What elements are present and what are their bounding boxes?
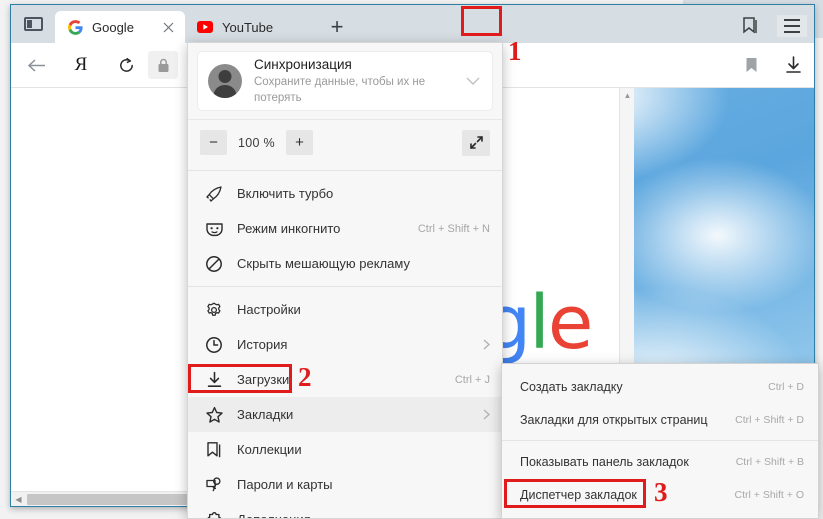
downloads-button[interactable]: [772, 45, 814, 85]
sync-subtitle: Сохраните данные, чтобы их не потерять: [254, 76, 426, 104]
menu-item-accel: Ctrl + J: [454, 373, 490, 386]
download-icon: [785, 56, 802, 74]
menu-item-settings[interactable]: Настройки: [188, 292, 502, 327]
new-tab-button[interactable]: +: [315, 11, 359, 43]
menu-item-label: Закладки: [237, 407, 294, 422]
incognito-mask-icon: [202, 218, 226, 240]
menu-item-bookmarks[interactable]: Закладки: [188, 397, 502, 432]
side-panel-toggle[interactable]: [11, 5, 55, 43]
avatar: [208, 64, 242, 98]
menu-item-label: История: [237, 337, 288, 352]
yandex-home-button[interactable]: Я: [61, 45, 101, 85]
submenu-item-accel: Ctrl + Shift + D: [735, 413, 804, 426]
tab-title: Google: [92, 19, 134, 35]
site-security-button[interactable]: [148, 51, 178, 79]
submenu-item-create-bookmark[interactable]: Создать закладку Ctrl + D: [502, 370, 818, 403]
side-panel-icon: [23, 17, 43, 31]
annotation-marker-2: 2: [298, 362, 312, 392]
zoom-level-value: 100 %: [238, 135, 275, 150]
logo-letter: l: [529, 280, 550, 366]
zoom-out-button[interactable]: −: [200, 130, 227, 155]
hamburger-menu-button[interactable]: [770, 9, 814, 43]
submenu-separator: [502, 440, 818, 441]
menu-item-block-ads[interactable]: Скрыть мешающую рекламу: [188, 246, 502, 281]
sync-title: Синхронизация: [254, 57, 352, 72]
youtube-icon: [197, 19, 213, 35]
collections-bookmark-icon: [742, 16, 759, 36]
back-button[interactable]: [16, 45, 56, 85]
menu-item-collections[interactable]: Коллекции: [188, 432, 502, 467]
screenshot-root: ogle ▲ ▼ ◀: [0, 0, 823, 519]
menu-item-turbo[interactable]: Включить турбо: [188, 176, 502, 211]
chevron-down-icon[interactable]: [466, 77, 482, 86]
plus-icon: +: [330, 14, 344, 39]
menu-item-label: Настройки: [237, 302, 301, 317]
tab-youtube[interactable]: YouTube: [185, 11, 315, 43]
key-card-icon: [202, 474, 226, 496]
fullscreen-button[interactable]: [462, 129, 490, 156]
yandex-icon: Я: [74, 54, 88, 75]
chevron-right-icon: [483, 339, 490, 350]
submenu-item-accel: Ctrl + Shift + B: [735, 455, 804, 468]
submenu-item-show-bookmarks-bar[interactable]: Показывать панель закладок Ctrl + Shift …: [502, 445, 818, 478]
google-icon: [67, 19, 83, 35]
submenu-item-accel: Ctrl + Shift + O: [734, 488, 804, 501]
menu-item-downloads[interactable]: Загрузки Ctrl + J: [188, 362, 502, 397]
logo-letter: e: [547, 280, 594, 366]
annotation-marker-1: 1: [508, 36, 522, 66]
bookmark-icon: [745, 57, 758, 74]
submenu-item-label: Создать закладку: [520, 379, 623, 394]
menu-item-label: Включить турбо: [237, 186, 334, 201]
zoom-in-button[interactable]: +: [285, 130, 313, 155]
block-ads-icon: [202, 253, 226, 275]
hamburger-menu-icon: [777, 15, 807, 37]
reload-button[interactable]: [106, 45, 146, 85]
scroll-up-arrow[interactable]: ▲: [620, 88, 634, 103]
menu-item-label: Скрыть мешающую рекламу: [237, 256, 410, 271]
sync-account-card[interactable]: Синхронизация Сохраните данные, чтобы их…: [198, 52, 492, 110]
download-icon: [202, 369, 226, 391]
submenu-item-label: Закладки для открытых страниц: [520, 412, 708, 427]
menu-separator: [188, 286, 502, 287]
menu-item-accel: Ctrl + Shift + N: [417, 222, 490, 235]
menu-item-passwords-cards[interactable]: Пароли и карты: [188, 467, 502, 502]
menu-item-addons[interactable]: Дополнения: [188, 502, 502, 518]
fullscreen-icon: [469, 135, 484, 150]
sync-text-block: Синхронизация Сохраните данные, чтобы их…: [254, 56, 466, 106]
submenu-item-label: Показывать панель закладок: [520, 454, 689, 469]
menu-item-label: Дополнения: [237, 512, 490, 518]
menu-separator: [188, 170, 502, 171]
clock-history-icon: [202, 334, 226, 356]
tab-close-button[interactable]: [159, 18, 177, 36]
scroll-left-arrow[interactable]: ◀: [11, 492, 26, 507]
turbo-rocket-icon: [202, 183, 226, 205]
annotation-marker-3: 3: [654, 477, 668, 507]
add-bookmark-button[interactable]: [730, 45, 772, 85]
menu-item-incognito[interactable]: Режим инкогнито Ctrl + Shift + N: [188, 211, 502, 246]
submenu-item-bookmark-open-pages[interactable]: Закладки для открытых страниц Ctrl + Shi…: [502, 403, 818, 436]
zoom-controls-row: − 100 % +: [188, 119, 502, 165]
submenu-item-label: Диспетчер закладок: [520, 487, 637, 502]
tab-strip: Google YouTube +: [11, 5, 814, 43]
lock-icon: [157, 58, 170, 73]
collections-button[interactable]: [730, 9, 770, 43]
submenu-item-accel: Ctrl + D: [768, 380, 804, 393]
gear-icon: [202, 299, 226, 321]
collections-icon: [202, 439, 226, 461]
menu-item-history[interactable]: История: [188, 327, 502, 362]
star-icon: [202, 404, 226, 426]
menu-item-label: Режим инкогнито: [237, 221, 341, 236]
tab-google[interactable]: Google: [55, 11, 185, 43]
puzzle-icon: [202, 509, 226, 518]
menu-item-label: Пароли и карты: [237, 477, 333, 492]
menu-item-label: Загрузки: [237, 372, 290, 387]
main-menu-panel: Синхронизация Сохраните данные, чтобы их…: [187, 42, 503, 519]
tab-title: YouTube: [222, 19, 274, 35]
menu-item-label: Коллекции: [237, 442, 302, 457]
chevron-right-icon: [483, 409, 490, 420]
